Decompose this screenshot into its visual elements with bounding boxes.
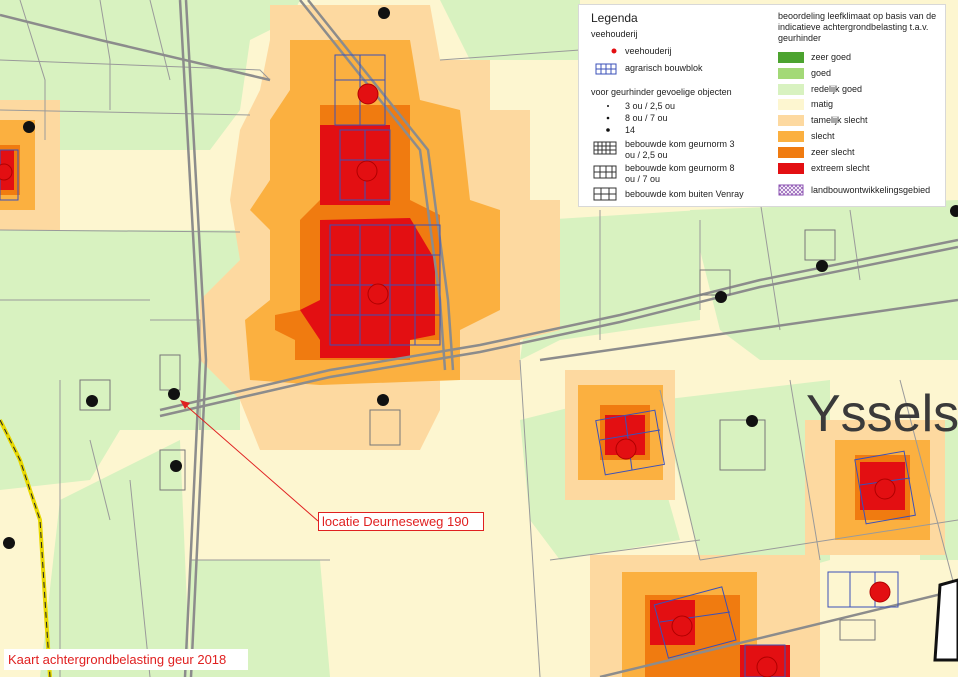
map-caption: Kaart achtergrondbelasting geur 2018: [4, 649, 248, 670]
legend-class-swatch: [778, 146, 804, 158]
legend-class-label: goed: [811, 67, 832, 78]
legend-group-beoordeling: beoordeling leefklimaat op basis van de …: [778, 11, 937, 43]
legend-class-label: zeer goed: [811, 52, 852, 62]
legend-bouwblok: agrarisch bouwblok: [625, 63, 703, 73]
farm-dot-icon: [611, 48, 617, 54]
legend-title: Legenda: [591, 11, 638, 25]
medium-dot-icon: [606, 116, 610, 120]
legend-obj-3: 14: [625, 125, 636, 135]
location-callout: locatie Deurneseweg 190: [318, 512, 484, 531]
legend-group-veehouderij: veehouderij: [591, 29, 638, 39]
legend-class-label: matig: [811, 99, 834, 110]
bebouwde-kom: [933, 578, 958, 662]
legend-veehouderij: veehouderij: [625, 46, 672, 56]
legend-obj-1: 3 ou / 2,5 ou: [625, 101, 676, 111]
large-dot-icon: [606, 128, 610, 132]
legend-class-swatch: [778, 115, 804, 127]
legend-class-label: redelijk goed: [811, 83, 863, 94]
legend-class-label: extreem slecht: [811, 162, 870, 173]
legend: Legenda veehouderij veehouderij agrarisc…: [578, 4, 946, 207]
legend-class-swatch: [778, 162, 804, 174]
legend-class-swatch: [778, 131, 804, 142]
legend-kom-3: bebouwde kom buiten Venray: [625, 189, 744, 199]
place-label: Yssels: [806, 385, 958, 443]
legend-class-label: slecht: [811, 131, 835, 141]
legend-kom-2: bebouwde kom geurnorm 8 ou / 7 ou: [625, 163, 735, 184]
bouwblok-grid-icon: [595, 63, 617, 75]
legend-kom-1: bebouwde kom geurnorm 3 ou / 2,5 ou: [625, 139, 735, 160]
legend-class-swatch: [778, 67, 804, 79]
kom-hatch-2-icon: [593, 165, 617, 179]
legend-class-swatch: [778, 83, 804, 95]
legend-group-gevoelig: voor geurhinder gevoelige objecten: [591, 87, 732, 97]
small-dot-icon: [607, 105, 609, 107]
kom-hatch-3-icon: [593, 187, 617, 201]
legend-landbouw: landbouwontwikkelingsgebied: [811, 185, 931, 195]
legend-class-swatch: [778, 52, 804, 63]
legend-obj-2: 8 ou / 7 ou: [625, 113, 668, 123]
legend-class-label: tamelijk slecht: [811, 115, 868, 126]
legend-class-label: zeer slecht: [811, 146, 855, 157]
legend-class-swatch: [778, 99, 804, 111]
kom-hatch-1-icon: [593, 141, 617, 155]
landbouw-hatch-icon: [778, 184, 804, 196]
